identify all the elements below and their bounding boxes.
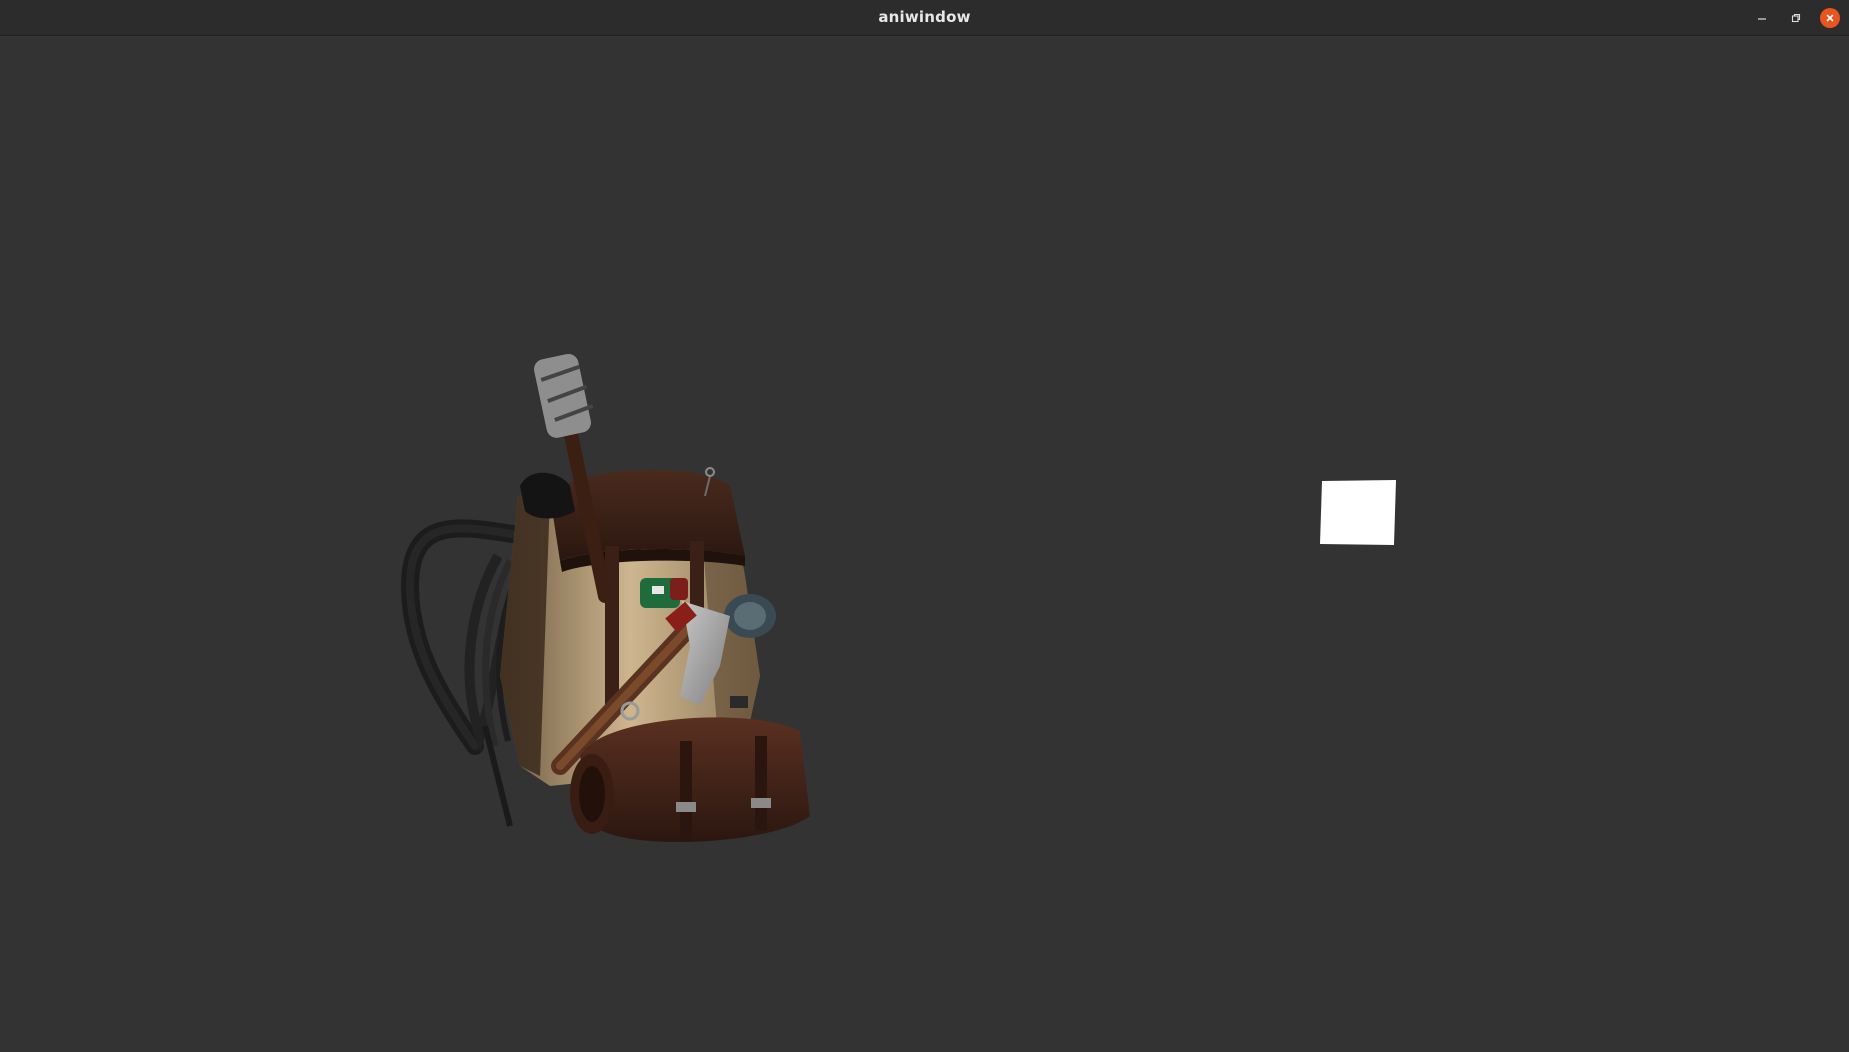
close-button[interactable] bbox=[1820, 8, 1840, 28]
minimize-icon bbox=[1758, 18, 1766, 20]
white-quad bbox=[1320, 480, 1396, 545]
restore-icon bbox=[1791, 13, 1801, 23]
render-viewport[interactable] bbox=[0, 36, 1849, 1052]
backpack-model bbox=[400, 353, 810, 843]
app-window: aniwindow bbox=[0, 0, 1849, 1052]
close-icon bbox=[1826, 14, 1834, 22]
maximize-button[interactable] bbox=[1786, 8, 1806, 28]
window-title: aniwindow bbox=[878, 8, 971, 26]
title-bar[interactable]: aniwindow bbox=[0, 0, 1849, 36]
minimize-button[interactable] bbox=[1752, 8, 1772, 28]
